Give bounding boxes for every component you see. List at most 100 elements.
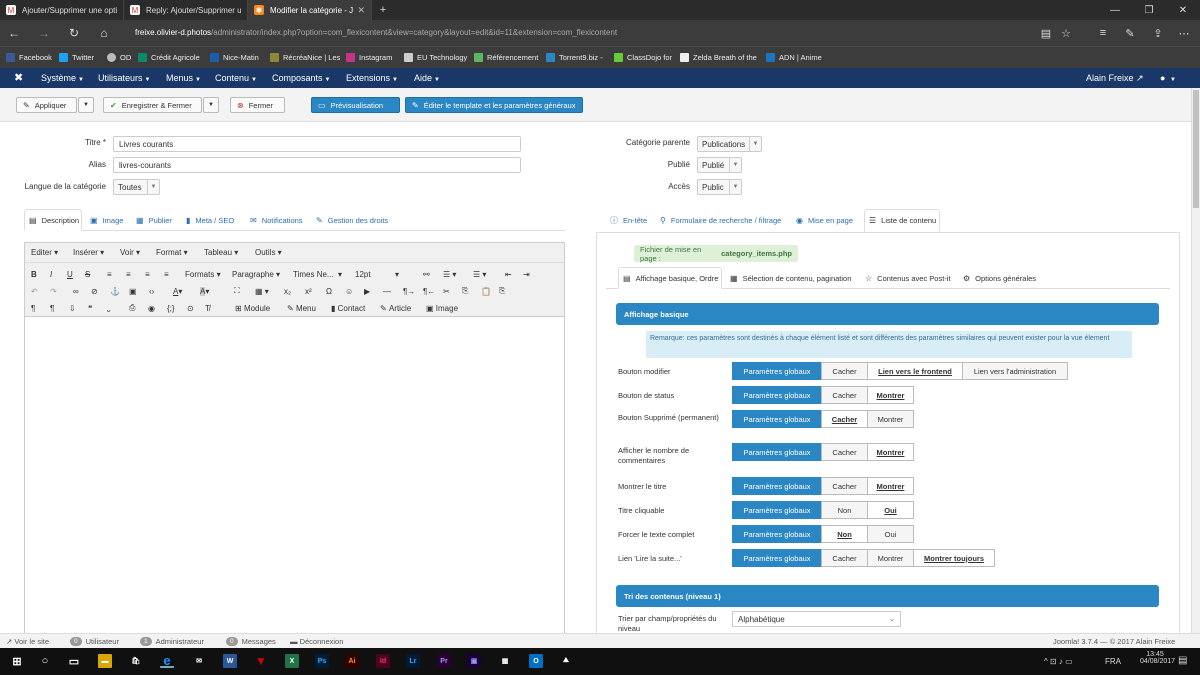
media-icon[interactable]: ▶ [364, 285, 370, 297]
option-button[interactable]: Montrer [867, 410, 914, 428]
option-button[interactable]: Lien vers le frontend [867, 362, 963, 380]
formats-dropdown[interactable]: Formats ▾ [185, 268, 221, 280]
editor-menu-tools[interactable]: Outils ▾ [255, 248, 282, 257]
tab-permissions[interactable]: ✎ Gestion des droits [312, 209, 392, 231]
link-icon[interactable]: ∞ [73, 285, 79, 297]
tab-meta-seo[interactable]: ▮ Meta / SEO [182, 209, 238, 231]
paste-text-icon[interactable]: ⎘ [499, 285, 505, 297]
tab-layout[interactable]: ◉ Mise en page [792, 209, 857, 231]
logout-link[interactable]: ▬ Déconnexion [290, 637, 343, 646]
option-button[interactable]: Paramètres globaux [732, 549, 822, 567]
calculator-icon[interactable]: ▦ [498, 654, 512, 668]
option-button[interactable]: Paramètres globaux [732, 477, 822, 495]
numbered-list-icon[interactable]: ☰ ▾ [473, 268, 486, 280]
horizontal-rule-icon[interactable]: — [383, 285, 391, 297]
editor-menu-table[interactable]: Tableau ▾ [204, 248, 238, 257]
option-button[interactable]: Montrer toujours [913, 549, 995, 567]
windows-start-icon[interactable]: ⊞ [10, 654, 24, 668]
indesign-icon[interactable]: Id [376, 654, 390, 668]
fav-twitter[interactable]: Twitter [59, 53, 94, 62]
tab-general-options[interactable]: ⚙ Options générales [959, 267, 1040, 289]
close-tab-icon[interactable]: ✕ [357, 5, 365, 16]
editor-menu-format[interactable]: Format ▾ [156, 248, 188, 257]
indent-icon[interactable]: ⇥ [523, 268, 530, 280]
option-button[interactable]: Cacher [821, 386, 868, 404]
option-button[interactable]: Paramètres globaux [732, 386, 822, 404]
tab-content-selection[interactable]: ▦ Sélection de contenu, pagination [726, 267, 855, 289]
tab-basic-display[interactable]: ▤ Affichage basique, Ordre [618, 267, 722, 289]
rtl-icon[interactable]: ¶← [423, 285, 435, 297]
adobe-app-icon[interactable]: ▣ [467, 654, 481, 668]
tab-description[interactable]: ▤ Description [24, 209, 82, 231]
more-icon[interactable]: ⋯ [1176, 25, 1192, 41]
menu-extensions[interactable]: Extensions ▼ [346, 73, 398, 83]
home-icon[interactable]: ⌂ [96, 25, 112, 41]
menu-components[interactable]: Composants ▼ [272, 73, 330, 83]
alias-input[interactable]: livres-courants [113, 157, 521, 173]
word-icon[interactable]: W [223, 654, 237, 668]
insert-contact-button[interactable]: ▮ Contact [331, 302, 365, 314]
mail-app-icon[interactable]: ✉ [192, 654, 206, 668]
preview-button[interactable]: ▭ Prévisualisation [311, 97, 400, 113]
fav-credit-agricole[interactable]: Crédit Agricole [138, 53, 200, 62]
outlook-icon[interactable]: O [529, 654, 543, 668]
tab-search-form[interactable]: ⚲ Formulaire de recherche / filtrage [656, 209, 785, 231]
table-icon[interactable]: ▦ ▾ [255, 285, 269, 297]
insert-module-button[interactable]: ⊞ Module [235, 302, 270, 314]
bullet-list-icon[interactable]: ☰ ▾ [443, 268, 456, 280]
option-button[interactable]: Montrer [867, 386, 914, 404]
option-button[interactable]: Paramètres globaux [732, 443, 822, 461]
image-insert-icon[interactable]: ▣ [129, 285, 137, 297]
editor-content-area[interactable] [25, 317, 564, 637]
visual-chars-icon[interactable]: ¶ [31, 302, 35, 314]
superscript-icon[interactable]: x² [305, 285, 312, 297]
template-icon[interactable]: ⇩ [69, 302, 76, 314]
apply-button[interactable]: ✎ Appliquer [16, 97, 77, 113]
favorite-star-icon[interactable]: ☆ [1058, 25, 1074, 41]
store-icon[interactable]: 🛍 [129, 654, 143, 668]
fav-instagram[interactable]: Instagram [346, 53, 392, 62]
access-select[interactable]: Public ▼ [697, 179, 742, 195]
vivaldi-icon[interactable]: ▼ [254, 654, 268, 668]
browser-tab-active[interactable]: ✱ Modifier la catégorie - J ✕ [248, 0, 372, 20]
menu-menus[interactable]: Menus ▼ [166, 73, 201, 83]
admin-status[interactable]: 1 Administrateur [140, 637, 204, 646]
title-input[interactable]: Livres courants [113, 136, 521, 152]
browser-tab[interactable]: M Ajouter/Supprimer une opti [0, 0, 124, 20]
editor-menu-edit[interactable]: Editer ▾ [31, 248, 58, 257]
justify-icon[interactable]: ≡ [164, 268, 169, 280]
fav-recreanice[interactable]: RécréaNice | Les [270, 53, 340, 62]
clock[interactable]: 13:45 04/08/2017 [1140, 651, 1175, 665]
new-tab-button[interactable]: + [372, 4, 394, 16]
language-indicator[interactable]: FRA [1105, 657, 1121, 666]
fav-facebook[interactable]: Facebook [6, 53, 52, 62]
cut-icon[interactable]: ✂ [443, 285, 450, 297]
strikethrough-icon[interactable]: S [85, 268, 90, 280]
joomla-logo-icon[interactable]: ✖ [14, 71, 23, 84]
option-button[interactable]: Oui [867, 525, 914, 543]
blockquote-icon[interactable]: ❝ [88, 302, 92, 314]
fav-eu-technology[interactable]: EU Technology [404, 53, 467, 62]
view-site-link[interactable]: ↗ Voir le site [6, 637, 49, 646]
close-button[interactable]: ⊗ Fermer [230, 97, 285, 113]
notifications-icon[interactable]: ▤ [1178, 655, 1187, 666]
menu-content[interactable]: Contenu ▼ [215, 73, 257, 83]
paste-icon[interactable]: 📋 [481, 285, 491, 297]
save-dropdown-button[interactable]: ▼ [203, 97, 219, 113]
text-color-icon[interactable]: A ▾ [173, 285, 182, 297]
save-close-button[interactable]: ✔ Enregistrer & Fermer [103, 97, 202, 113]
editor-menu-insert[interactable]: Insérer ▾ [73, 248, 104, 257]
tab-header[interactable]: ⓘ En-tête [606, 209, 651, 231]
tab-publish[interactable]: ▦ Publier [132, 209, 176, 231]
option-button[interactable]: Montrer [867, 549, 914, 567]
ltr-icon[interactable]: ¶→ [403, 285, 415, 297]
print-icon[interactable]: ⎙ [129, 302, 135, 314]
option-button[interactable]: Paramètres globaux [732, 410, 822, 428]
excel-icon[interactable]: X [285, 654, 299, 668]
option-button[interactable]: Lien vers l'administration [962, 362, 1068, 380]
notes-icon[interactable]: ✎ [1122, 25, 1138, 41]
unlink-icon[interactable]: ⊘ [91, 285, 98, 297]
subscript-icon[interactable]: x₂ [284, 285, 291, 297]
back-icon[interactable]: ← [6, 25, 22, 41]
align-left-icon[interactable]: ≡ [107, 268, 112, 280]
